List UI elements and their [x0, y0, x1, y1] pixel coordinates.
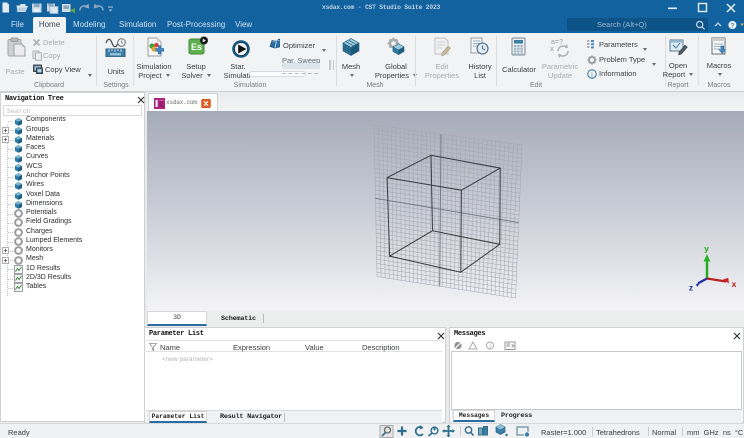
svg-text:i: i: [489, 344, 490, 350]
svg-text:z: z: [689, 283, 693, 293]
svg-text:a=?: a=?: [551, 39, 563, 46]
svg-text:x: x: [550, 46, 554, 53]
svg-text:?: ?: [730, 23, 734, 30]
svg-text:y: y: [704, 244, 709, 254]
svg-text:Es: Es: [191, 42, 202, 52]
svg-text:x: x: [732, 279, 737, 289]
svg-text:i: i: [591, 70, 593, 78]
